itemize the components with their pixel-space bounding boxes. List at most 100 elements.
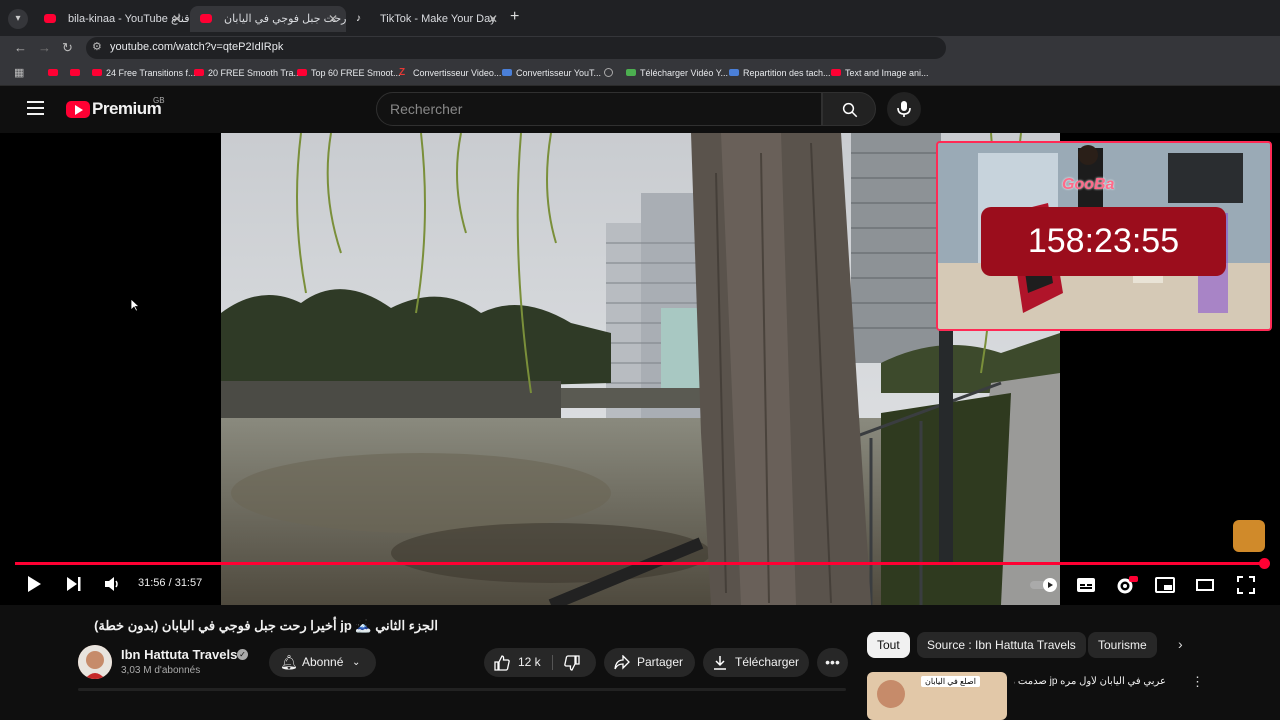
dislike-button[interactable] [564, 655, 580, 671]
globe-icon [604, 68, 613, 77]
filter-chip-source[interactable]: Source : Ibn Hattuta Travels [917, 632, 1086, 658]
share-button[interactable]: Partager [604, 648, 695, 677]
bookmark-item[interactable]: 24 Free Transitions f... [92, 66, 196, 80]
tab-current-video[interactable]: أخيرا رحت جبل فوجي في اليابان ) ✕ [190, 6, 346, 32]
time-display: 31:56 / 31:57 [138, 577, 203, 589]
region-code: GB [153, 96, 165, 105]
youtube-favicon-icon [200, 14, 212, 23]
youtube-icon [70, 69, 80, 76]
youtube-icon [92, 69, 102, 76]
close-tab-icon[interactable]: ✕ [488, 6, 498, 32]
youtube-header: Premium GB Rechercher [0, 86, 1280, 133]
video-title: الجزء الثاني 🗻 jp أخيرا رحت جبل فوجي في … [94, 618, 438, 633]
autoplay-toggle-icon[interactable] [1029, 577, 1059, 593]
progress-bar[interactable] [15, 562, 1267, 565]
close-tab-icon[interactable]: ✕ [172, 6, 182, 32]
search-input[interactable]: Rechercher [376, 92, 822, 126]
thumbnail-caption: اصلع في اليابان [921, 676, 980, 687]
verified-badge-icon: ✓ [237, 649, 248, 660]
play-icon[interactable] [26, 575, 42, 593]
youtube-favicon-icon [44, 14, 56, 23]
miniplayer-icon[interactable] [1155, 577, 1175, 593]
theater-mode-icon[interactable] [1196, 579, 1214, 591]
youtube-logo-icon[interactable] [66, 101, 90, 118]
new-tab-button[interactable]: + [510, 8, 519, 26]
youtube-icon [297, 69, 307, 76]
microphone-icon [897, 101, 911, 117]
menu-icon[interactable] [27, 101, 44, 115]
search-icon [842, 102, 858, 118]
site-info-icon[interactable]: ⚙ [92, 40, 102, 53]
bookmark-item[interactable]: Text and Image ani... [831, 66, 929, 80]
channel-avatar[interactable] [78, 645, 112, 679]
tab-tiktok[interactable]: ♪ TikTok - Make Your Day ✕ [346, 6, 506, 32]
video-player[interactable]: GooBa 158:23:55 [0, 133, 1280, 605]
avatar-image [78, 645, 112, 679]
share-icon [614, 655, 630, 670]
back-arrow-icon[interactable]: ← [14, 40, 27, 55]
stream-timer: 158:23:55 [981, 207, 1226, 276]
scrubber-handle[interactable] [1259, 558, 1270, 569]
bookmark-item[interactable]: Convertisseur YouT... [502, 66, 601, 80]
chevron-right-icon[interactable]: › [1178, 636, 1183, 652]
filter-chip-tourism[interactable]: Tourisme [1088, 632, 1157, 658]
like-button[interactable] [494, 655, 510, 671]
youtube-icon [831, 69, 841, 76]
fullscreen-icon[interactable] [1237, 576, 1255, 594]
document-icon [729, 69, 739, 76]
channel-watermark-icon[interactable] [1233, 520, 1265, 552]
divider [552, 655, 553, 670]
subtitles-icon[interactable] [1076, 577, 1096, 593]
filter-chip-all[interactable]: Tout [867, 632, 910, 658]
more-actions-button[interactable]: ••• [817, 648, 848, 677]
tab-label: TikTok - Make Your Day [380, 13, 496, 25]
voice-search-button[interactable] [887, 92, 921, 126]
description-box-edge [78, 688, 846, 691]
search-placeholder: Rechercher [390, 101, 463, 117]
download-icon [626, 69, 636, 76]
download-label: Télécharger [735, 655, 800, 669]
logo-text[interactable]: Premium [92, 99, 162, 119]
download-icon [714, 656, 726, 670]
converter-icon [502, 69, 512, 76]
search-button[interactable] [822, 92, 876, 126]
youtube-icon [48, 69, 58, 76]
next-icon[interactable] [66, 575, 82, 593]
youtube-icon [194, 69, 204, 76]
tiktok-favicon-icon: ♪ [356, 13, 361, 24]
thumbnail-face-image [877, 680, 905, 708]
tab-search-button[interactable]: ▾ [8, 9, 28, 29]
download-button[interactable]: Télécharger [703, 648, 809, 677]
browser-tab-bar: ▾ bila-kinaa - YouTube بلا قناع ✕ أخيرا … [0, 0, 1280, 36]
like-dislike-group: 12 k [484, 648, 596, 677]
address-bar-row: ← → ↻ ⚙ youtube.com/watch?v=qteP2IdIRpk [0, 36, 1280, 62]
channel-name[interactable]: Ibn Hattuta Travels [121, 647, 237, 662]
apps-grid-icon[interactable]: ▦ [14, 66, 24, 80]
subscriber-count: 3,03 M d'abonnés [121, 665, 201, 676]
bookmark-item[interactable]: Top 60 FREE Smoot... [297, 66, 401, 80]
bookmark-item[interactable]: Repartition des tach... [729, 66, 831, 80]
volume-icon[interactable] [104, 575, 120, 593]
z-logo-icon: Z [399, 67, 406, 78]
more-horizontal-icon: ••• [825, 654, 840, 670]
more-vertical-icon[interactable]: ⋮ [1191, 674, 1204, 690]
bookmark-item[interactable]: Z Convertisseur Video... [399, 66, 501, 80]
forward-arrow-icon[interactable]: → [38, 40, 51, 55]
video-frame[interactable] [221, 133, 1060, 605]
like-count: 12 k [518, 655, 541, 669]
bell-icon: 🔔︎ [280, 654, 298, 670]
tab-bila-kinaa[interactable]: bila-kinaa - YouTube بلا قناع ✕ [34, 6, 190, 32]
close-tab-icon[interactable]: ✕ [328, 6, 338, 32]
settings-gear-icon[interactable] [1116, 575, 1138, 595]
bookmark-item[interactable]: Télécharger Vidéo Y... [626, 66, 728, 80]
chevron-down-icon: ⌄ [352, 657, 361, 668]
omnibox[interactable]: ⚙ youtube.com/watch?v=qteP2IdIRpk [86, 37, 946, 59]
subscribed-label: Abonné [302, 655, 344, 669]
video-scene-image [221, 133, 1060, 605]
reload-icon[interactable]: ↻ [62, 40, 73, 56]
bookmark-item[interactable]: 20 FREE Smooth Tra... [194, 66, 301, 80]
bookmarks-bar: ▦ 24 Free Transitions f... 20 FREE Smoot… [0, 62, 1280, 86]
subscribed-button[interactable]: 🔔︎ Abonné ⌄ [269, 648, 376, 677]
recommendation-title[interactable]: عربي في اليابان لأول مره jp صدمت من [1014, 676, 1166, 687]
recommendation-thumbnail[interactable]: اصلع في اليابان [867, 672, 1007, 720]
